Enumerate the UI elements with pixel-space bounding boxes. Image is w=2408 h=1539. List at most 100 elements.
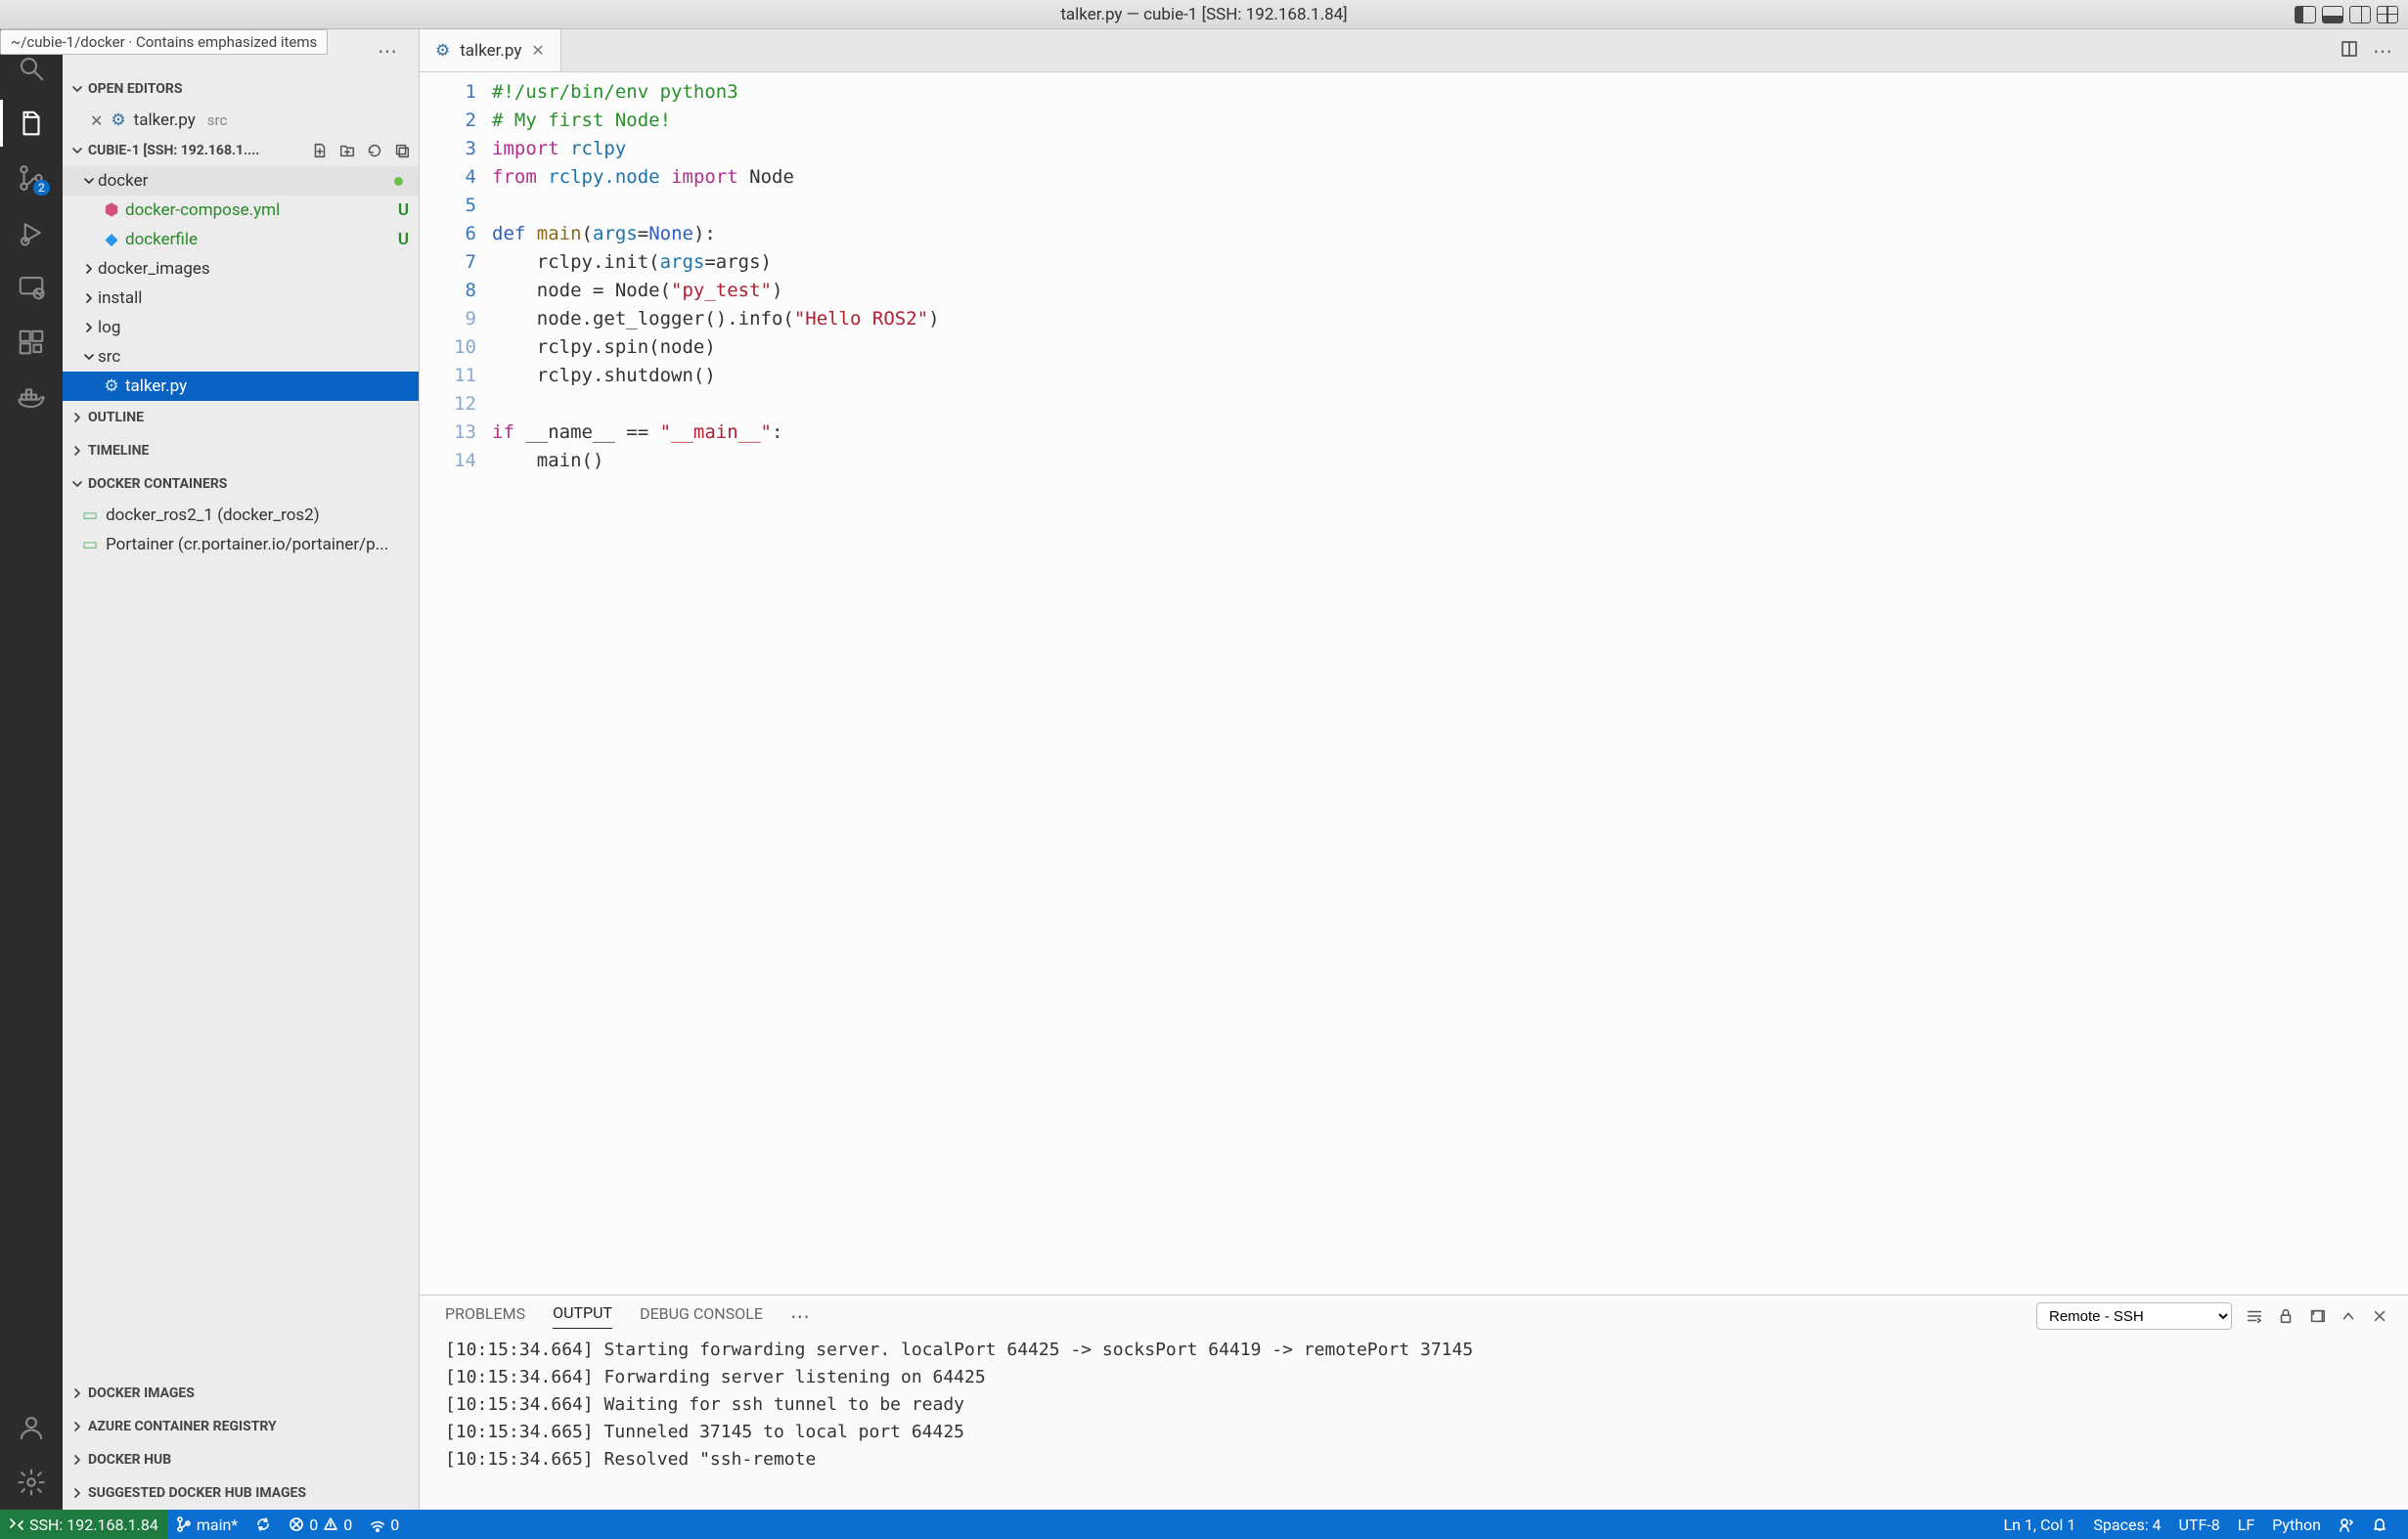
open-editors-header[interactable]: OPEN EDITORS [63, 72, 419, 106]
breadcrumb-tooltip: ~/cubie-1/docker · Contains emphasized i… [0, 29, 328, 55]
code-content[interactable]: #!/usr/bin/env python3# My first Node!im… [492, 72, 940, 1295]
indentation[interactable]: Spaces: 4 [2084, 1516, 2169, 1534]
remote-indicator[interactable]: SSH: 192.168.1.84 [0, 1510, 167, 1539]
bottom-panel: PROBLEMS OUTPUT DEBUG CONSOLE ⋯ Remote -… [420, 1295, 2408, 1510]
status-bar: SSH: 192.168.1.84 main* 0 0 0 Ln 1, Col … [0, 1510, 2408, 1539]
folder-label: install [98, 288, 142, 308]
yaml-file-icon: ⬢ [102, 200, 121, 220]
close-icon[interactable]: ✕ [90, 111, 103, 130]
output-channel-select[interactable]: Remote - SSH [2036, 1302, 2232, 1330]
ports-count: 0 [390, 1516, 399, 1534]
word-wrap-icon[interactable] [2246, 1307, 2263, 1325]
remote-explorer-icon[interactable] [0, 260, 63, 315]
code-editor[interactable]: 1234567891011121314 #!/usr/bin/env pytho… [420, 72, 2408, 1295]
folder-src[interactable]: src [63, 342, 419, 372]
activity-bar: 2 [0, 29, 63, 1510]
source-control-icon[interactable]: 2 [0, 151, 63, 205]
container-running-icon: ▭ [82, 506, 98, 525]
toggle-secondary-sidebar-icon[interactable] [2349, 6, 2371, 23]
branch-label: main* [197, 1516, 238, 1534]
folder-docker[interactable]: docker [63, 166, 419, 196]
split-editor-icon[interactable] [2340, 39, 2359, 63]
chevron-down-icon [70, 145, 84, 156]
docker-icon[interactable] [0, 370, 63, 424]
run-debug-icon[interactable] [0, 205, 63, 260]
open-editor-dir: src [207, 111, 228, 129]
container-item[interactable]: ▭ docker_ros2_1 (docker_ros2) [63, 501, 419, 530]
extensions-icon[interactable] [0, 315, 63, 370]
window-title: talker.py — cubie-1 [SSH: 192.168.1.84] [1060, 5, 1347, 24]
chevron-right-icon [70, 1454, 84, 1466]
open-log-icon[interactable] [2308, 1307, 2326, 1325]
folder-install[interactable]: install [63, 284, 419, 313]
chevron-right-icon [82, 322, 96, 333]
new-folder-icon[interactable] [338, 142, 356, 159]
editor-more-icon[interactable]: ⋯ [2373, 39, 2394, 63]
collapse-all-icon[interactable] [393, 142, 411, 159]
chevron-right-icon [82, 292, 96, 304]
explorer-icon[interactable] [0, 96, 63, 151]
container-item[interactable]: ▭ Portainer (cr.portainer.io/portainer/p… [63, 530, 419, 559]
warning-count: 0 [343, 1516, 352, 1534]
close-icon[interactable]: ✕ [531, 41, 544, 60]
editor-tab-talker[interactable]: ⚙ talker.py ✕ [420, 29, 561, 71]
python-file-icon: ⚙ [111, 110, 125, 130]
chevron-up-icon[interactable] [2340, 1307, 2357, 1325]
python-file-icon: ⚙ [435, 41, 450, 61]
cursor-position[interactable]: Ln 1, Col 1 [1994, 1516, 2084, 1534]
chevron-right-icon [70, 1487, 84, 1499]
tab-debug-console[interactable]: DEBUG CONSOLE [640, 1304, 763, 1329]
notifications-icon[interactable] [2363, 1517, 2396, 1532]
docker-images-header[interactable]: DOCKER IMAGES [63, 1377, 419, 1410]
azure-header[interactable]: AZURE CONTAINER REGISTRY [63, 1410, 419, 1443]
scm-badge: 2 [33, 180, 50, 196]
settings-gear-icon[interactable] [0, 1455, 63, 1510]
git-branch[interactable]: main* [167, 1516, 246, 1534]
customize-layout-icon[interactable] [2377, 6, 2398, 23]
problems-status[interactable]: 0 0 [280, 1516, 361, 1534]
eol[interactable]: LF [2229, 1516, 2263, 1534]
sync-icon[interactable] [246, 1517, 280, 1532]
folder-log[interactable]: log [63, 313, 419, 342]
lock-scroll-icon[interactable] [2277, 1307, 2295, 1325]
layout-controls [2295, 6, 2398, 23]
explorer-more-icon[interactable]: ⋯ [378, 39, 399, 63]
tab-problems[interactable]: PROBLEMS [445, 1304, 525, 1329]
python-file-icon: ⚙ [102, 376, 121, 396]
timeline-label: TIMELINE [88, 443, 149, 459]
timeline-header[interactable]: TIMELINE [63, 434, 419, 467]
file-docker-compose[interactable]: ⬢ docker-compose.yml U [63, 196, 419, 225]
suggested-header[interactable]: SUGGESTED DOCKER HUB IMAGES [63, 1476, 419, 1510]
refresh-icon[interactable] [366, 142, 383, 159]
toggle-panel-icon[interactable] [2322, 6, 2343, 23]
chevron-right-icon [70, 1387, 84, 1399]
open-editor-item[interactable]: ✕ ⚙ talker.py src [63, 106, 419, 135]
ports-status[interactable]: 0 [361, 1516, 408, 1534]
output-body[interactable]: [10:15:34.664] Starting forwarding serve… [420, 1337, 2408, 1510]
folder-docker-images[interactable]: docker_images [63, 254, 419, 284]
docker-containers-header[interactable]: DOCKER CONTAINERS [63, 467, 419, 501]
chevron-down-icon [70, 478, 84, 490]
workspace-header[interactable]: CUBIE-1 [SSH: 192.168.1.... [63, 135, 419, 166]
line-gutter: 1234567891011121314 [420, 72, 492, 1295]
file-dockerfile[interactable]: ◆ dockerfile U [63, 225, 419, 254]
encoding[interactable]: UTF-8 [2170, 1516, 2229, 1534]
folder-label: docker [98, 171, 148, 191]
docker-images-label: DOCKER IMAGES [88, 1385, 195, 1401]
docker-hub-header[interactable]: DOCKER HUB [63, 1443, 419, 1476]
feedback-icon[interactable] [2330, 1517, 2363, 1532]
editor-tabbar: ⚙ talker.py ✕ ⋯ [420, 29, 2408, 72]
close-panel-icon[interactable] [2371, 1307, 2388, 1325]
new-file-icon[interactable] [311, 142, 329, 159]
panel-more-icon[interactable]: ⋯ [790, 1304, 812, 1328]
tab-output[interactable]: OUTPUT [553, 1303, 612, 1329]
toggle-primary-sidebar-icon[interactable] [2295, 6, 2316, 23]
file-talker-py[interactable]: ⚙ talker.py [63, 372, 419, 401]
git-status-u: U [398, 200, 409, 220]
language-mode[interactable]: Python [2263, 1516, 2330, 1534]
outline-label: OUTLINE [88, 410, 144, 425]
outline-header[interactable]: OUTLINE [63, 401, 419, 434]
accounts-icon[interactable] [0, 1400, 63, 1455]
chevron-right-icon [70, 412, 84, 423]
tab-filename: talker.py [460, 41, 521, 61]
